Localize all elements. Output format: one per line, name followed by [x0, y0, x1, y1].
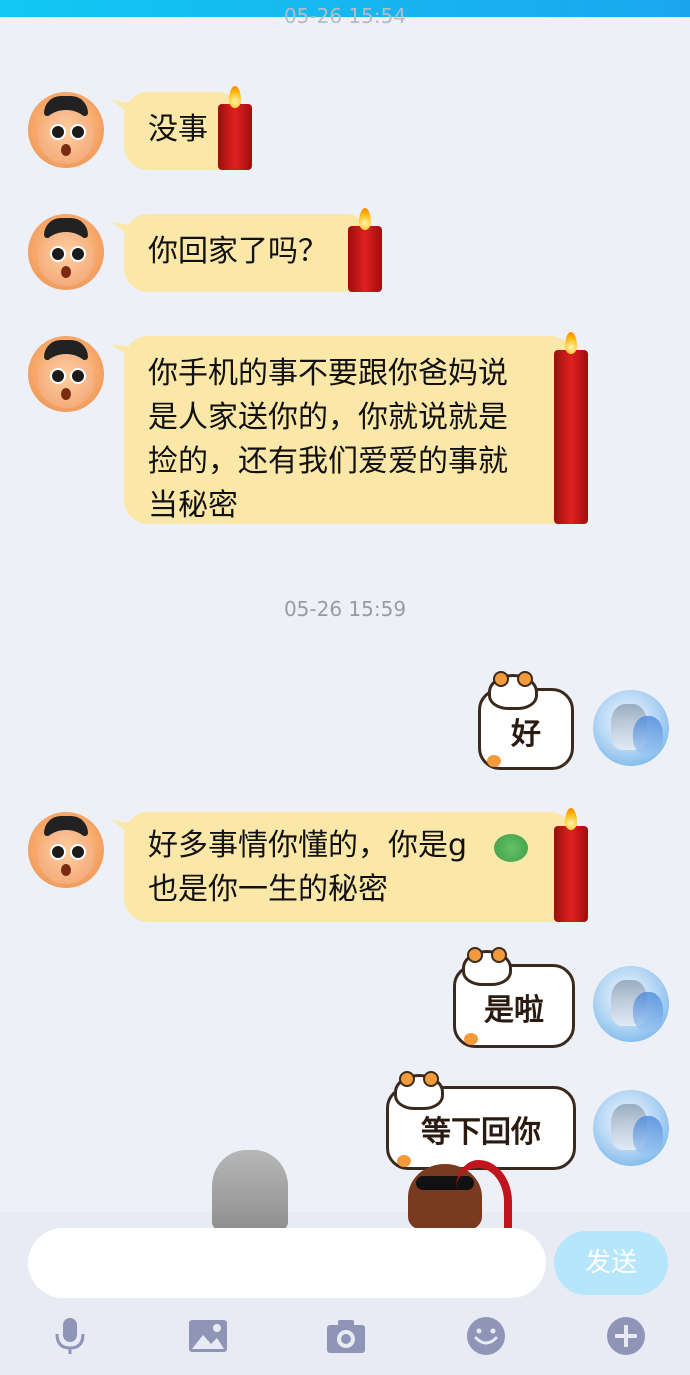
message-line: 当秘密	[148, 488, 238, 523]
message-text: 你回家了吗？	[148, 234, 328, 269]
timestamp: 05-26 15:59	[283, 597, 407, 621]
hamster-icon	[394, 1071, 444, 1110]
message-line: 也是你一生的秘密	[148, 872, 388, 907]
sticker-text: 好	[511, 717, 541, 752]
my-avatar[interactable]	[593, 966, 669, 1042]
microphone-icon[interactable]	[50, 1316, 90, 1356]
message-line: 好多事情你懂的，你是g	[148, 828, 468, 863]
timestamp-partial: 05-26 15:54	[283, 4, 407, 28]
contact-avatar[interactable]	[28, 92, 104, 168]
contact-avatar[interactable]	[28, 214, 104, 290]
message-line: 你手机的事不要跟你爸妈说	[148, 356, 508, 391]
candle-decoration	[218, 104, 252, 170]
message-line: 是人家送你的，你就说就是	[148, 400, 508, 435]
message-bubble[interactable]: 你手机的事不要跟你爸妈说 是人家送你的，你就说就是 捡的，还有我们爱爱的事就 当…	[124, 336, 574, 524]
send-button[interactable]: 发送	[554, 1231, 668, 1295]
contact-avatar[interactable]	[28, 812, 104, 888]
peeking-character	[212, 1150, 288, 1230]
redaction-blot	[494, 834, 528, 862]
peeking-character	[386, 1160, 526, 1230]
candle-decoration	[348, 226, 382, 292]
my-avatar[interactable]	[593, 690, 669, 766]
message-line: 捡的，还有我们爱爱的事就	[148, 444, 508, 479]
camera-icon[interactable]	[326, 1316, 366, 1356]
candle-decoration	[554, 826, 588, 922]
flame-icon	[565, 808, 577, 830]
my-avatar[interactable]	[593, 1090, 669, 1166]
message-bubble[interactable]: 你回家了吗？	[124, 214, 370, 292]
flame-icon	[229, 86, 241, 108]
contact-avatar[interactable]	[28, 336, 104, 412]
message-input[interactable]	[28, 1228, 546, 1298]
image-icon[interactable]	[188, 1316, 228, 1356]
sticker-text: 是啦	[484, 993, 544, 1028]
hamster-icon	[488, 671, 538, 710]
emoji-icon[interactable]	[466, 1316, 506, 1356]
candle-decoration	[554, 350, 588, 524]
flame-icon	[359, 208, 371, 230]
message-text: 没事	[148, 112, 208, 147]
sticker-text: 等下回你	[421, 1115, 541, 1150]
hamster-icon	[462, 947, 512, 986]
flame-icon	[565, 332, 577, 354]
message-bubble[interactable]: 好多事情你懂的，你是g 也是你一生的秘密	[124, 812, 574, 922]
plus-icon[interactable]	[606, 1316, 646, 1356]
